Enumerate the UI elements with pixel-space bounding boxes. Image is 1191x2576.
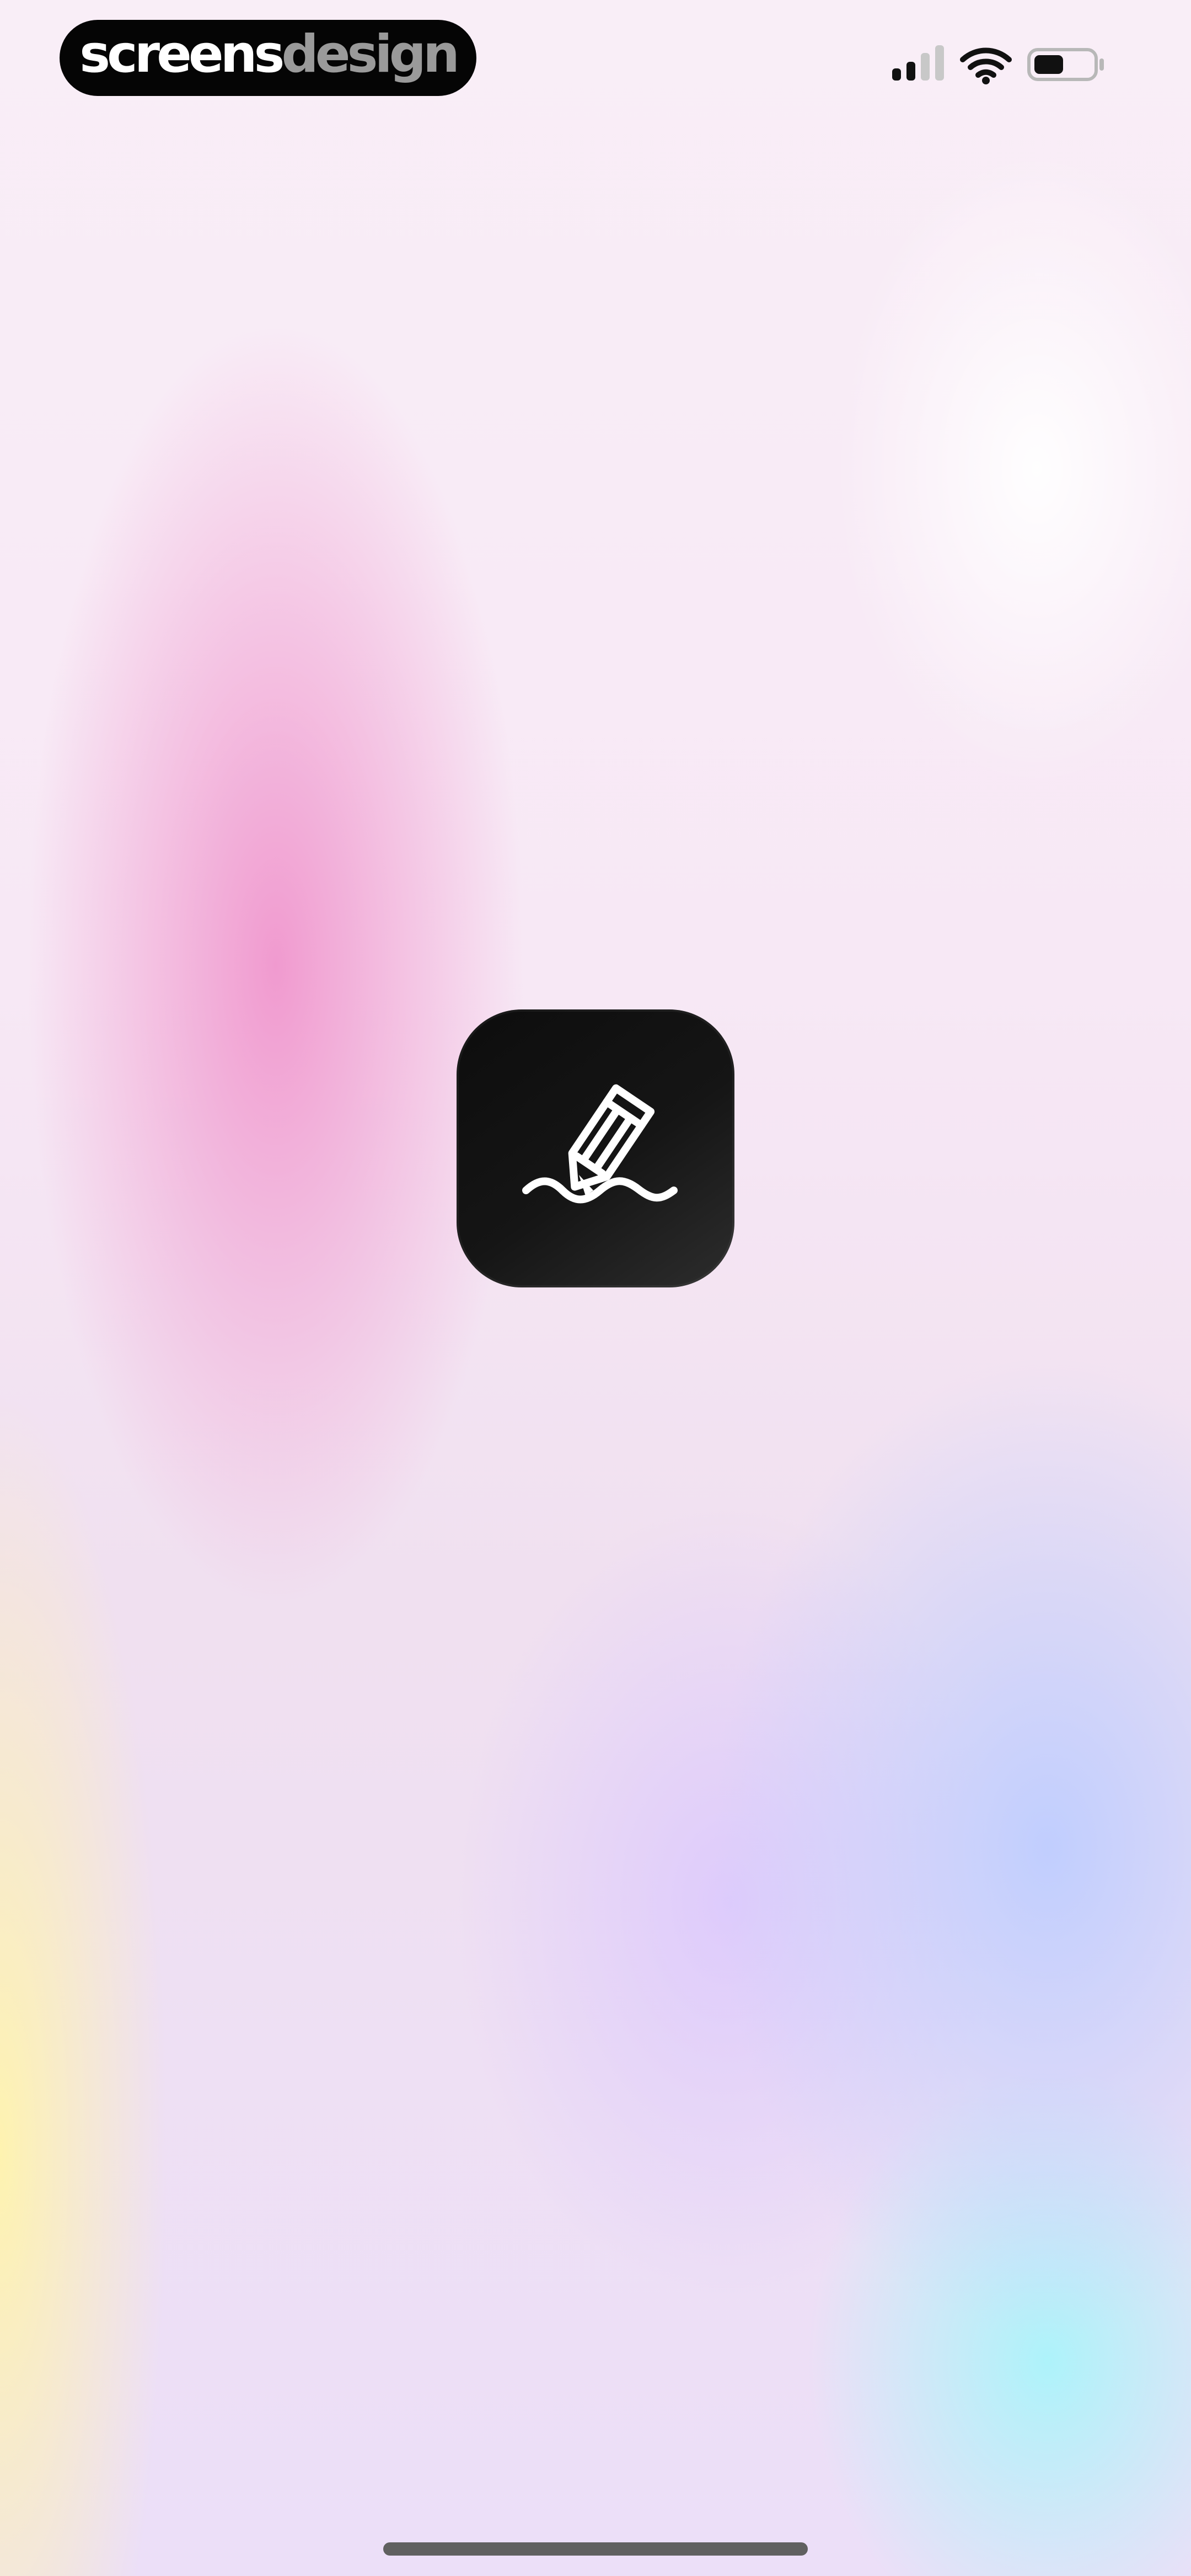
pencil-icon (522, 1084, 678, 1204)
brand-logo-pill: screens design (60, 20, 476, 96)
status-bar (888, 43, 1191, 93)
splash-screen: screens design (0, 0, 1191, 2576)
app-icon (457, 1009, 734, 1287)
brand-logo-text: screens design (79, 24, 460, 84)
signal-icon (892, 45, 944, 81)
wifi-icon (960, 47, 1012, 84)
brand-logo-design-text: design (281, 24, 459, 84)
brand-logo-screens-text: screens (79, 24, 285, 84)
battery-icon (1027, 48, 1104, 81)
home-indicator[interactable] (383, 2542, 808, 2556)
